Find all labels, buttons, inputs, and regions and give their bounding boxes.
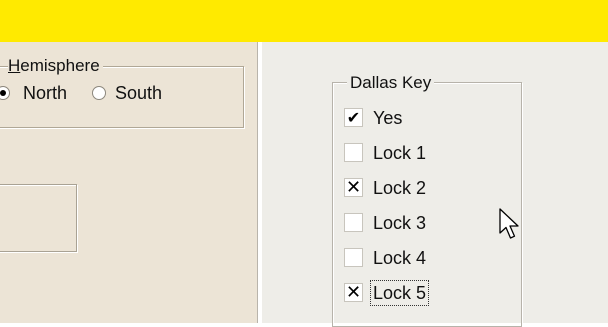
checkbox-yes[interactable]: ✔ Yes — [344, 106, 494, 130]
checkbox-lock-5-label[interactable]: Lock 5 — [369, 280, 430, 306]
radio-north-label[interactable]: North — [23, 82, 67, 104]
left-panel: North South Hemisphere — [0, 42, 258, 323]
checkbox-lock-1[interactable]: Lock 1 — [344, 141, 494, 165]
checkbox-yes-label[interactable]: Yes — [373, 106, 402, 130]
checkbox-lock-4-label[interactable]: Lock 4 — [373, 246, 426, 270]
checkbox-box[interactable] — [344, 143, 363, 162]
checkbox-lock-3-label[interactable]: Lock 3 — [373, 211, 426, 235]
cross-icon[interactable]: ✕ — [344, 178, 363, 197]
checkbox-box[interactable] — [344, 213, 363, 232]
checkbox-box[interactable] — [344, 248, 363, 267]
cross-icon[interactable]: ✕ — [344, 283, 363, 302]
hemisphere-title: Hemisphere — [8, 56, 103, 76]
checkbox-lock-2[interactable]: ✕ Lock 2 — [344, 176, 494, 200]
empty-groupbox — [0, 184, 77, 252]
radio-south[interactable] — [92, 86, 106, 100]
yellow-banner — [0, 0, 608, 42]
dallas-key-title: Dallas Key — [347, 73, 435, 93]
checkbox-lock-5[interactable]: ✕ Lock 5 — [344, 280, 494, 306]
mouse-pointer-icon — [499, 208, 519, 239]
checkbox-lock-3[interactable]: Lock 3 — [344, 211, 494, 235]
hemisphere-title-rest: emisphere — [20, 56, 100, 75]
radio-north[interactable] — [0, 86, 10, 100]
checkbox-lock-1-label[interactable]: Lock 1 — [373, 141, 426, 165]
checkbox-lock-4[interactable]: Lock 4 — [344, 246, 494, 270]
checkmark-icon[interactable]: ✔ — [344, 108, 363, 127]
checkbox-lock-2-label[interactable]: Lock 2 — [373, 176, 426, 200]
radio-south-label[interactable]: South — [115, 82, 162, 104]
hemisphere-title-accel-key: H — [8, 56, 21, 75]
right-panel: Dallas Key ✔ Yes Lock 1 ✕ Lock 2 Lock 3 … — [262, 42, 608, 327]
